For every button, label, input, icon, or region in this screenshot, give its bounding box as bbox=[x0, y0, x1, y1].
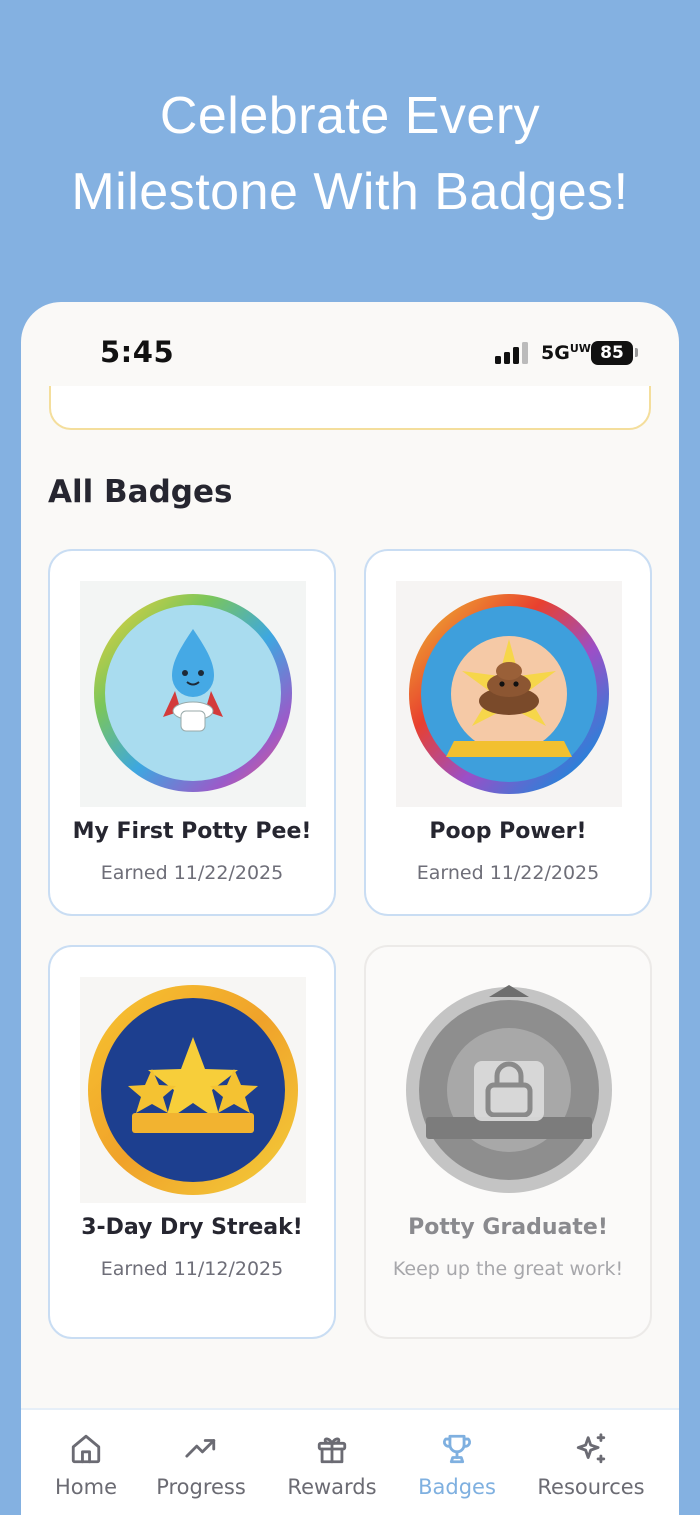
battery-tip bbox=[635, 348, 638, 357]
network-type: 5GUW bbox=[541, 342, 591, 364]
tab-label: Rewards bbox=[287, 1475, 377, 1499]
cellular-signal-icon bbox=[495, 342, 528, 364]
tab-home[interactable]: Home bbox=[21, 1410, 151, 1515]
headline-line-2: Milestone With Badges! bbox=[71, 163, 629, 221]
section-title: All Badges bbox=[48, 474, 233, 510]
badge-status: Earned 11/12/2025 bbox=[100, 1258, 284, 1280]
lock-icon bbox=[485, 1061, 533, 1117]
gift-icon bbox=[317, 1437, 347, 1464]
tab-rewards[interactable]: Rewards bbox=[267, 1410, 397, 1515]
badge-status: Earned 11/22/2025 bbox=[100, 862, 284, 884]
previous-card-bottom bbox=[49, 386, 651, 430]
badge-card-poop-power[interactable]: Poop Power! Earned 11/22/2025 bbox=[364, 549, 652, 916]
tab-resources[interactable]: Resources bbox=[526, 1410, 656, 1515]
sparkles-icon bbox=[576, 1433, 606, 1464]
badge-name: My First Potty Pee! bbox=[72, 819, 312, 844]
badge-status: Keep up the great work! bbox=[392, 1258, 624, 1280]
tab-label: Progress bbox=[156, 1475, 246, 1499]
home-icon bbox=[71, 1434, 101, 1464]
status-time: 5:45 bbox=[100, 335, 175, 369]
tab-label: Resources bbox=[537, 1475, 645, 1499]
trophy-icon bbox=[443, 1434, 471, 1464]
marketing-headline: Celebrate Every Milestone With Badges! bbox=[0, 78, 700, 230]
badge-status: Earned 11/22/2025 bbox=[416, 862, 600, 884]
badge-name: 3-Day Dry Streak! bbox=[81, 1215, 303, 1240]
badge-card-3-day-dry-streak[interactable]: 3-Day Dry Streak! Earned 11/12/2025 bbox=[48, 945, 336, 1339]
badge-card-potty-graduate[interactable]: Potty Graduate! Keep up the great work! bbox=[364, 945, 652, 1339]
tab-label: Home bbox=[54, 1475, 117, 1499]
phone-screen: 5:45 5GUW 85 All Badges My First Potty P… bbox=[21, 302, 679, 1515]
badge-name: Potty Graduate! bbox=[408, 1215, 608, 1240]
bottom-tab-bar: Home Progress Rewards Badges Resources bbox=[21, 1408, 679, 1515]
tab-progress[interactable]: Progress bbox=[136, 1410, 266, 1515]
headline-line-1: Celebrate Every bbox=[159, 87, 541, 145]
tab-label: Badges bbox=[418, 1475, 496, 1499]
badge-first-potty-pee-image bbox=[80, 581, 306, 807]
badge-card-first-potty-pee[interactable]: My First Potty Pee! Earned 11/22/2025 bbox=[48, 549, 336, 916]
badge-poop-power-image bbox=[396, 581, 622, 807]
tab-badges[interactable]: Badges bbox=[392, 1410, 522, 1515]
battery-icon: 85 bbox=[591, 341, 633, 365]
badge-3-day-dry-streak-image bbox=[80, 977, 306, 1203]
trending-up-icon bbox=[185, 1439, 216, 1458]
badge-name: Poop Power! bbox=[429, 819, 587, 844]
